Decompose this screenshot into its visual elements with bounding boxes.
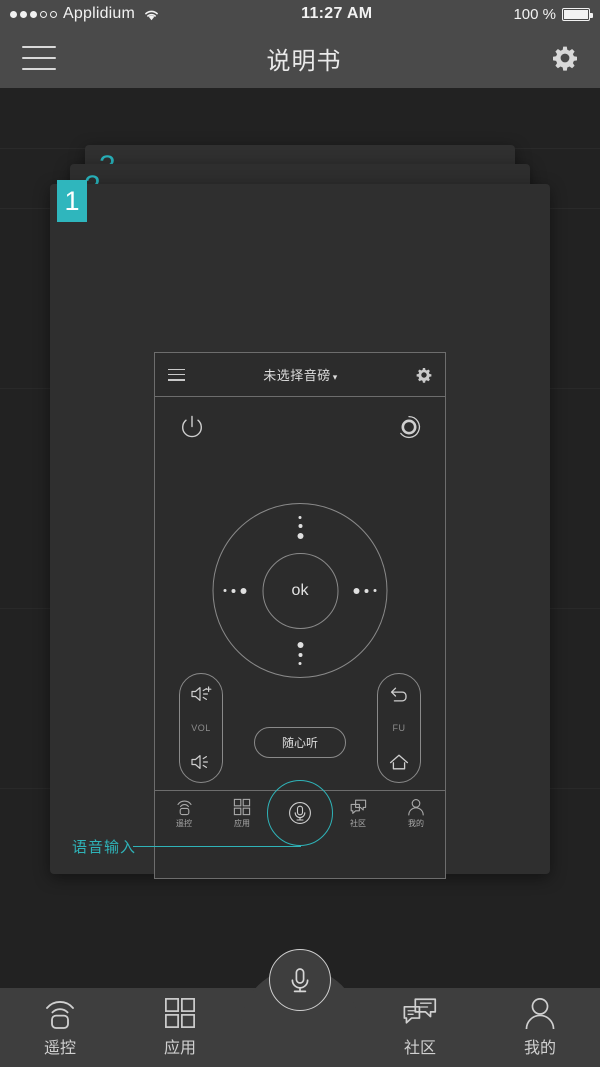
- status-bar-left: Applidium: [10, 5, 160, 23]
- free-listen-button[interactable]: 随心听: [254, 727, 346, 758]
- mock-tab-community[interactable]: 社区: [329, 798, 387, 829]
- function-pill: FU: [377, 673, 421, 783]
- battery-percent-label: 100 %: [513, 5, 556, 23]
- tutorial-step-badge: 1: [57, 180, 87, 222]
- mock-tab-apps-label: 应用: [234, 818, 250, 828]
- dpad[interactable]: ok: [212, 503, 388, 678]
- profile-person-icon: [522, 997, 558, 1029]
- back-arrow-icon[interactable]: [387, 683, 411, 705]
- profile-person-icon: [407, 798, 425, 816]
- mock-tab-community-label: 社区: [350, 818, 366, 828]
- hamburger-menu-icon[interactable]: [22, 46, 56, 70]
- tab-profile-label: 我的: [523, 1040, 556, 1057]
- mock-tab-apps[interactable]: 应用: [213, 798, 271, 829]
- remote-signal-icon: [38, 997, 82, 1029]
- mock-tabbar: 遥控 应用 社区 我的: [155, 780, 445, 846]
- gear-icon[interactable]: [552, 45, 578, 71]
- status-bar: Applidium 11:27 AM 100 %: [0, 0, 600, 28]
- dpad-up-dots[interactable]: [297, 516, 303, 539]
- microphone-icon[interactable]: [269, 948, 331, 1011]
- tab-community[interactable]: 社区: [360, 997, 480, 1058]
- mock-tab-remote[interactable]: 遥控: [155, 798, 213, 829]
- tab-remote-label: 遥控: [43, 1040, 76, 1057]
- grid-apps-icon: [233, 798, 251, 816]
- status-bar-right: 100 %: [513, 5, 593, 23]
- source-target-icon[interactable]: [395, 413, 423, 441]
- battery-full-icon: [561, 7, 593, 21]
- mock-body: ok VOL 随心听 FU 遥控 应用 社区 我的: [155, 397, 445, 846]
- carrier-label: Applidium: [63, 5, 136, 22]
- chevron-down-icon: ▾: [332, 372, 338, 382]
- mock-topbar: 未选择音磅 ▾: [155, 353, 445, 397]
- tutorial-overlay: 3 2 1 未选择音磅▾: [0, 88, 600, 988]
- mock-tab-voice[interactable]: [267, 780, 333, 846]
- clock-label: 11:27 AM: [301, 5, 373, 22]
- tab-apps[interactable]: 应用: [120, 997, 240, 1058]
- community-chat-icon: [401, 997, 439, 1029]
- function-pill-label: FU: [392, 723, 406, 733]
- bottom-tabbar: 遥控 应用 社区 我的: [0, 948, 600, 1067]
- dpad-ok-button[interactable]: ok: [262, 552, 338, 629]
- grid-apps-icon: [163, 997, 197, 1029]
- mock-tab-profile-label: 我的: [408, 818, 424, 828]
- power-icon[interactable]: [177, 413, 207, 443]
- volume-up-icon[interactable]: [189, 683, 213, 705]
- tab-profile[interactable]: 我的: [480, 997, 600, 1058]
- mock-hamburger-menu-icon[interactable]: [168, 368, 185, 381]
- mock-device-label: 未选择音磅: [263, 368, 331, 383]
- mock-tab-remote-label: 遥控: [176, 818, 192, 828]
- app-header: 说明书: [0, 28, 600, 88]
- volume-pill-label: VOL: [191, 723, 211, 733]
- volume-pill: VOL: [179, 673, 223, 783]
- dpad-left-dots[interactable]: [223, 587, 247, 594]
- annotation-leader-line: [133, 846, 301, 847]
- tab-community-label: 社区: [403, 1040, 436, 1057]
- annotation-label: 语音输入: [72, 839, 137, 856]
- mock-gear-icon[interactable]: [416, 367, 432, 383]
- mock-device-selector[interactable]: 未选择音磅 ▾: [263, 365, 338, 384]
- phone-mockup: 未选择音磅 ▾ ok VOL 随心听 FU 遥控 应用 社区 我的: [154, 352, 446, 879]
- remote-signal-icon: [175, 798, 194, 816]
- microphone-icon: [287, 800, 313, 826]
- home-icon[interactable]: [387, 751, 411, 773]
- tab-remote[interactable]: 遥控: [0, 997, 120, 1058]
- wifi-icon: [143, 8, 160, 21]
- mock-tab-profile[interactable]: 我的: [387, 798, 445, 829]
- page-title: 说明书: [266, 47, 342, 75]
- volume-down-icon[interactable]: [189, 751, 213, 773]
- dpad-down-dots[interactable]: [297, 642, 303, 665]
- tab-apps-label: 应用: [163, 1040, 196, 1057]
- community-chat-icon: [349, 798, 368, 816]
- signal-strength-icon: [10, 10, 57, 18]
- dpad-right-dots[interactable]: [353, 587, 377, 594]
